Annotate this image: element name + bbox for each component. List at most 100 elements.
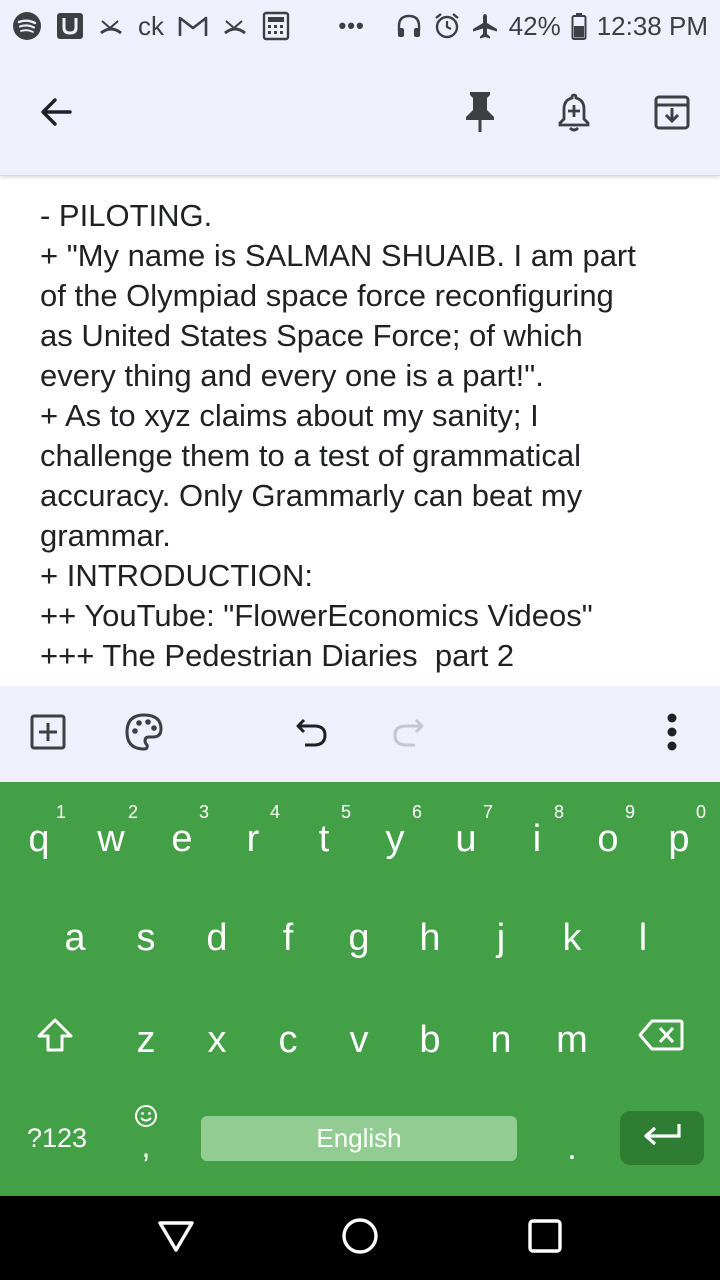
key-label: x xyxy=(207,1018,227,1061)
calculator-icon xyxy=(262,11,290,41)
add-reminder-button[interactable] xyxy=(546,86,602,142)
nav-home-button[interactable] xyxy=(336,1214,384,1262)
key-m[interactable]: m xyxy=(537,990,607,1090)
key-r[interactable]: 4r xyxy=(218,782,288,882)
note-line: grammar. xyxy=(40,518,171,553)
key-e[interactable]: 3e xyxy=(147,782,217,882)
pin-icon xyxy=(463,90,497,139)
key-label: z xyxy=(136,1018,156,1061)
key-n[interactable]: n xyxy=(466,990,536,1090)
key-hint: 5 xyxy=(340,802,351,822)
undo-button[interactable] xyxy=(288,710,336,758)
key-a[interactable]: a xyxy=(40,888,110,988)
nav-recents-button[interactable] xyxy=(521,1214,569,1262)
key-u[interactable]: 7u xyxy=(431,782,501,882)
comma-label: , xyxy=(141,1128,151,1164)
key-hint: 9 xyxy=(624,802,635,822)
shift-key[interactable] xyxy=(20,990,90,1090)
backspace-icon xyxy=(638,1018,684,1062)
key-f[interactable]: f xyxy=(253,888,323,988)
period-key[interactable]: . xyxy=(540,1118,604,1168)
enter-key[interactable] xyxy=(620,1111,704,1165)
nav-back-button[interactable] xyxy=(152,1214,200,1262)
key-hint: 4 xyxy=(269,802,280,822)
note-line: of the Olympiad space force reconfigurin… xyxy=(40,278,614,313)
key-label: m xyxy=(556,1018,588,1061)
note-line: + "My name is SALMAN SHUAIB. I am part xyxy=(40,238,636,273)
key-label: r xyxy=(246,817,260,860)
key-p[interactable]: 0p xyxy=(644,782,714,882)
add-content-button[interactable] xyxy=(24,710,72,758)
key-d[interactable]: d xyxy=(182,888,252,988)
note-line: + INTRODUCTION: xyxy=(40,558,313,593)
key-z[interactable]: z xyxy=(111,990,181,1090)
clock: 12:38 PM xyxy=(596,10,708,41)
key-o[interactable]: 9o xyxy=(573,782,643,882)
key-t[interactable]: 5t xyxy=(289,782,359,882)
key-hint: 6 xyxy=(411,802,422,822)
key-label: k xyxy=(562,916,582,959)
key-w[interactable]: 2w xyxy=(76,782,146,882)
redo-button[interactable] xyxy=(384,710,432,758)
key-label: b xyxy=(419,1018,441,1061)
missed-call-icon xyxy=(98,13,124,39)
key-y[interactable]: 6y xyxy=(360,782,430,882)
back-button[interactable] xyxy=(28,86,84,142)
pin-button[interactable] xyxy=(452,86,508,142)
key-label: t xyxy=(318,817,330,860)
back-arrow-icon xyxy=(38,94,74,135)
key-v[interactable]: v xyxy=(324,990,394,1090)
key-label: v xyxy=(349,1018,369,1061)
key-label: a xyxy=(64,916,86,959)
key-l[interactable]: l xyxy=(608,888,678,988)
enter-icon xyxy=(641,1122,683,1155)
archive-button[interactable] xyxy=(644,86,700,142)
key-hint: 0 xyxy=(695,802,706,822)
key-i[interactable]: 8i xyxy=(502,782,572,882)
app-bar xyxy=(0,52,720,176)
note-line: +++ The Pedestrian Diaries part 2 xyxy=(40,638,515,673)
recents-square-icon xyxy=(527,1218,563,1259)
archive-icon xyxy=(653,93,691,136)
redo-icon xyxy=(390,714,426,755)
key-hint: 2 xyxy=(127,802,138,822)
note-text-editor[interactable]: - PILOTING. + "My name is SALMAN SHUAIB.… xyxy=(0,178,720,686)
alarm-icon xyxy=(433,12,461,40)
add-box-icon xyxy=(29,713,67,756)
notification-icons: ck xyxy=(12,11,290,41)
key-label: p xyxy=(668,817,690,860)
key-label: l xyxy=(638,916,648,959)
status-bar: ck ••• 42% 12:38 PM xyxy=(0,0,720,52)
key-hint: 1 xyxy=(55,802,66,822)
key-x[interactable]: x xyxy=(182,990,252,1090)
color-palette-button[interactable] xyxy=(120,710,168,758)
symbols-key[interactable]: ?123 xyxy=(10,1108,104,1168)
key-label: f xyxy=(282,916,294,959)
key-hint: 8 xyxy=(553,802,564,822)
key-c[interactable]: c xyxy=(253,990,323,1090)
system-icons: 42% 12:38 PM xyxy=(395,11,708,42)
note-line: every thing and every one is a part!". xyxy=(40,358,544,393)
back-triangle-icon xyxy=(157,1219,195,1258)
more-options-button[interactable] xyxy=(648,710,696,758)
battery-percent: 42% xyxy=(508,10,561,41)
key-s[interactable]: s xyxy=(111,888,181,988)
airplane-icon xyxy=(471,12,499,40)
editor-toolbar xyxy=(0,686,720,782)
key-b[interactable]: b xyxy=(395,990,465,1090)
key-label: u xyxy=(455,817,477,860)
key-g[interactable]: g xyxy=(324,888,394,988)
key-hint: 7 xyxy=(482,802,493,822)
key-j[interactable]: j xyxy=(466,888,536,988)
backspace-key[interactable] xyxy=(626,990,696,1090)
key-k[interactable]: k xyxy=(537,888,607,988)
key-label: c xyxy=(278,1018,298,1061)
key-label: s xyxy=(136,916,156,959)
undo-icon xyxy=(294,714,330,755)
space-key[interactable]: English xyxy=(201,1116,517,1161)
battery-icon xyxy=(571,12,587,40)
key-h[interactable]: h xyxy=(395,888,465,988)
emoji-comma-key[interactable]: , xyxy=(118,1104,174,1176)
note-line: ++ YouTube: "FlowerEconomics Videos" xyxy=(40,598,593,633)
key-q[interactable]: 1q xyxy=(4,782,74,882)
